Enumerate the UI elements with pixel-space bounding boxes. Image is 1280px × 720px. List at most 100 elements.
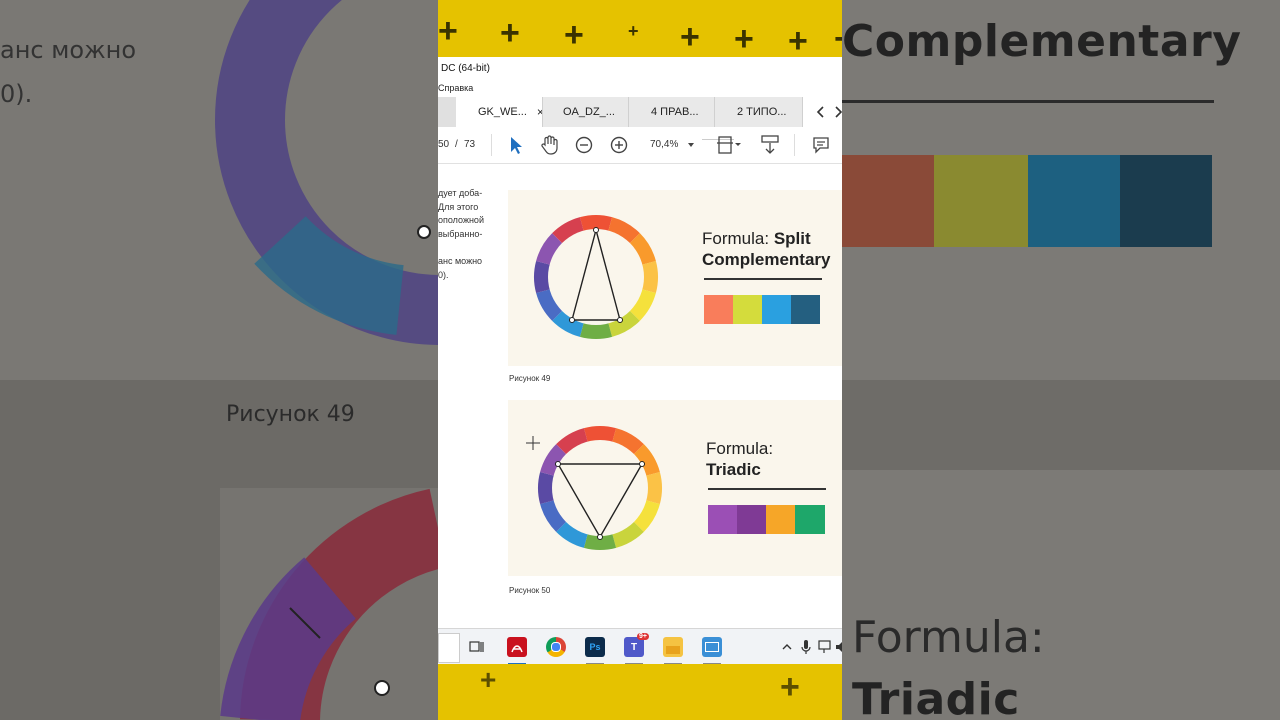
menu-bar: Справка [438, 81, 842, 97]
chevron-down-icon[interactable] [686, 140, 696, 150]
crosshair-cursor-icon [526, 436, 540, 450]
windows-taskbar: Ps T 9+ [438, 628, 842, 665]
wheel-center [552, 440, 648, 536]
background-swatch-1 [842, 155, 934, 247]
wheel-marker [639, 461, 645, 467]
task-view-icon[interactable] [469, 639, 485, 655]
side-text-line: 0). [438, 270, 449, 280]
background-swatch-2 [934, 155, 1028, 247]
color-swatch [791, 295, 820, 324]
tab-4-prav[interactable]: 4 ПРАВ... [628, 97, 715, 127]
background-page-lower [220, 488, 438, 720]
tab-label: OA_DZ_... [563, 106, 615, 118]
page-total: 73 [464, 139, 476, 150]
chevron-right-icon[interactable] [835, 106, 842, 118]
background-left-blur: анс можно 0). Рисунок 49 [0, 0, 438, 720]
background-wheel-bottom [220, 488, 438, 720]
color-wheel [526, 425, 663, 551]
tab-home[interactable] [438, 97, 456, 127]
tab-oa-dz[interactable]: OA_DZ_... [542, 97, 629, 127]
plus-decoration: + [834, 22, 842, 56]
microphone-icon[interactable] [800, 639, 812, 655]
color-wheel [533, 214, 659, 340]
color-swatch [704, 295, 733, 324]
comment-icon[interactable] [811, 135, 831, 155]
wheel-center [548, 229, 644, 325]
wheel-marker [617, 317, 623, 323]
figure-caption: Рисунок 49 [509, 374, 551, 383]
acrobat-toolbar: 50 / 73 70,4% [438, 127, 842, 164]
wheel-marker [569, 317, 575, 323]
formula-text: Formula: Split Complementary [702, 228, 830, 270]
file-explorer-icon[interactable] [663, 637, 683, 657]
wheel-marker [555, 461, 561, 467]
remote-desktop-icon[interactable] [702, 637, 722, 657]
tab-2-tipo[interactable]: 2 ТИПО... [714, 97, 801, 127]
scroll-mode-icon[interactable] [759, 133, 781, 157]
side-text-line: оположной [438, 215, 484, 225]
yellow-banner-top: + + + + + + + + [438, 0, 842, 57]
plus-decoration: + [780, 668, 800, 706]
formula-rule [708, 488, 826, 490]
background-card-top: Complementary [842, 0, 1280, 380]
formula-label: Formula: [706, 439, 774, 458]
zoom-level-select[interactable]: 70,4% [650, 139, 678, 150]
toolbar-divider [794, 134, 795, 156]
side-text-line: выбранно- [438, 229, 483, 239]
plus-decoration: + [628, 21, 639, 41]
yellow-banner-bottom: + + [438, 664, 842, 720]
background-right-blur: Complementary Formula: Triadic [842, 0, 1280, 720]
figure-triadic: Formula: Triadic [508, 400, 842, 576]
tab-label: 2 ТИПО... [737, 106, 787, 118]
select-cursor-icon[interactable] [506, 135, 526, 155]
tab-label: 4 ПРАВ... [651, 106, 699, 118]
toolbar-divider [491, 134, 492, 156]
background-caption: Рисунок 49 [226, 402, 355, 427]
color-swatch [733, 295, 762, 324]
teams-icon[interactable]: T 9+ [624, 633, 649, 657]
formula-name: Split [773, 229, 811, 248]
zoom-in-icon[interactable] [609, 135, 629, 155]
background-rule [842, 100, 1214, 103]
tab-bar: GK_WE... × OA_DZ_... 4 ПРАВ... 2 ТИПО... [438, 97, 842, 127]
background-text-line1: анс можно [0, 36, 137, 64]
menu-item-help[interactable]: Справка [438, 83, 473, 93]
network-icon[interactable] [818, 640, 834, 654]
tab-gk-we[interactable]: GK_WE... × [456, 97, 544, 127]
taskbar-search-box[interactable] [438, 633, 460, 663]
background-page: анс можно 0). [0, 0, 438, 380]
tab-scroll-arrows [816, 106, 842, 118]
color-swatch [762, 295, 791, 324]
window-title: DC (64-bit) [441, 63, 490, 74]
window-titlebar: DC (64-bit) [438, 57, 842, 81]
zoom-out-icon[interactable] [574, 135, 594, 155]
chevron-up-icon[interactable] [781, 641, 793, 653]
figure-caption: Рисунок 50 [509, 586, 551, 595]
chrome-icon[interactable] [546, 637, 566, 657]
tab-label: GK_WE... [478, 106, 527, 118]
plus-decoration: + [480, 664, 497, 695]
side-text-line: дует доба- [438, 188, 483, 198]
background-title: Complementary [842, 16, 1242, 67]
plus-decoration: + [500, 14, 520, 52]
background-swatch-4 [1120, 155, 1212, 247]
color-swatch [737, 505, 766, 534]
page-number-input[interactable]: 50 [438, 139, 449, 150]
plus-decoration: + [734, 20, 754, 57]
photoshop-icon[interactable]: Ps [585, 637, 605, 657]
figure-split-complementary: Formula: Split Complementary [508, 190, 842, 366]
plus-decoration: + [438, 12, 458, 50]
formula-text: Formula: Triadic [706, 438, 773, 480]
background-card-bottom: Formula: Triadic [842, 470, 1280, 720]
hand-tool-icon[interactable] [538, 134, 560, 156]
chevron-left-icon[interactable] [816, 106, 824, 118]
plus-decoration: + [680, 18, 700, 56]
acrobat-icon[interactable] [507, 637, 527, 657]
fit-page-icon[interactable] [716, 133, 744, 157]
formula-name: Complementary [702, 250, 831, 269]
color-swatch [708, 505, 737, 534]
background-formula-label: Formula: [852, 612, 1045, 663]
document-view[interactable]: дует доба- Для этого оположной выбранно-… [438, 164, 842, 626]
volume-icon[interactable] [835, 640, 842, 654]
plus-decoration: + [564, 16, 584, 54]
